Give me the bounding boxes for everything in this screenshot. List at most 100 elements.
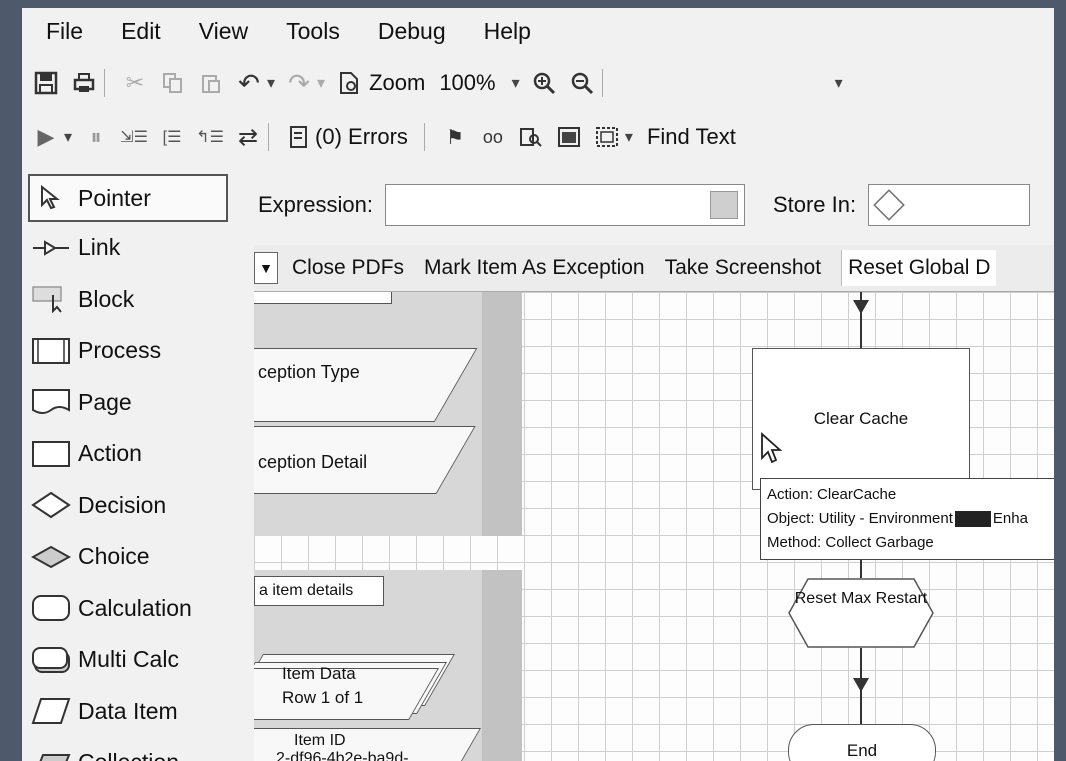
data-item-label: ception Detail <box>258 452 368 472</box>
step-over-icon[interactable]: [☰ <box>158 123 186 151</box>
palette-item-label: Pointer <box>78 184 151 211</box>
tool-palette: Pointer Link Block Process Page Action Decisio… <box>22 168 244 761</box>
palette-item-collection[interactable]: Collection <box>30 741 230 761</box>
tabs-dropdown-icon[interactable]: ▼ <box>254 252 278 284</box>
link-icon <box>30 234 72 262</box>
mouse-cursor-icon <box>761 432 782 464</box>
data-item-icon <box>30 697 72 725</box>
palette-item-process[interactable]: Process <box>30 329 230 373</box>
menu-file[interactable]: File <box>46 18 83 45</box>
print-icon[interactable] <box>70 69 98 97</box>
palette-item-block[interactable]: Block <box>30 277 230 321</box>
step-out-icon[interactable]: ↰☰ <box>196 123 224 151</box>
tooltip-object-suffix: Enha <box>992 510 1028 527</box>
menu-view[interactable]: View <box>199 18 248 45</box>
menu-bar: File Edit View Tools Debug Help <box>22 8 1054 54</box>
tab-close-pdfs[interactable]: Close PDFs <box>292 256 404 280</box>
calculator-icon[interactable] <box>709 191 738 219</box>
palette-item-calculation[interactable]: Calculation <box>30 586 230 630</box>
copy-icon[interactable] <box>159 69 187 97</box>
menu-debug[interactable]: Debug <box>378 18 446 45</box>
data-item-label: Item ID <box>294 732 346 749</box>
page-tabs: ▼ Close PDFs Mark Item As Exception Take… <box>254 245 1054 292</box>
page-icon <box>30 388 72 416</box>
palette-item-label: Collection <box>78 749 179 761</box>
selection-dropdown-icon[interactable]: ▾ <box>625 127 633 147</box>
palette-item-label: Data Item <box>78 697 178 724</box>
run-dropdown-icon[interactable]: ▾ <box>64 127 72 147</box>
toolbar-separator <box>601 69 603 97</box>
block-region-edge <box>482 570 522 761</box>
toolbar-overflow-icon[interactable]: ▾ <box>835 73 843 93</box>
palette-item-multi-calc[interactable]: Multi Calc <box>30 638 230 682</box>
palette-item-label: Decision <box>78 491 167 518</box>
store-in-label: Store In: <box>772 192 857 217</box>
find-icon[interactable] <box>517 123 545 151</box>
zoom-in-icon[interactable] <box>530 69 558 97</box>
action-clear-cache[interactable]: Clear Cache <box>752 348 970 490</box>
redo-icon[interactable]: ↷ <box>285 68 313 98</box>
tab-mark-item-as-exception[interactable]: Mark Item As Exception <box>424 256 645 280</box>
toolbar-separator <box>104 69 105 97</box>
block-label-item-details[interactable]: a item details <box>254 576 384 606</box>
save-icon[interactable] <box>32 69 60 97</box>
data-item-label: ception Type <box>258 362 360 382</box>
undo-icon[interactable]: ↶ <box>235 68 263 98</box>
block-region-edge <box>482 292 522 536</box>
tab-take-screenshot[interactable]: Take Screenshot <box>665 256 821 280</box>
tab-reset-global[interactable]: Reset Global D <box>841 250 997 286</box>
run-icon[interactable]: ▶ <box>32 123 60 151</box>
store-in-input[interactable] <box>868 184 1031 226</box>
action-icon <box>30 440 72 468</box>
errors-icon[interactable] <box>285 123 313 151</box>
flag-icon[interactable]: ⚑ <box>441 123 469 151</box>
zoom-dropdown-icon[interactable]: ▾ <box>512 73 520 93</box>
palette-item-choice[interactable]: Choice <box>30 535 230 579</box>
tooltip-object-text: Object: Utility - Environment <box>767 510 953 527</box>
menu-edit[interactable]: Edit <box>121 18 161 45</box>
errors-label[interactable]: (0) Errors <box>315 124 408 150</box>
zoom-value[interactable]: 100% <box>439 70 495 96</box>
collection-icon <box>30 749 72 761</box>
find-text-button[interactable]: Find Text <box>647 124 736 150</box>
palette-item-action[interactable]: Action <box>30 432 230 476</box>
choice-icon <box>30 543 72 571</box>
zoom-fit-icon[interactable] <box>335 69 363 97</box>
palette-item-page[interactable]: Page <box>30 380 230 424</box>
collection-label: Item Data <box>282 664 356 683</box>
block-icon <box>30 285 72 313</box>
tooltip-action: Action: ClearCache <box>767 486 897 503</box>
undo-dropdown-icon[interactable]: ▾ <box>267 73 275 93</box>
zoom-out-icon[interactable] <box>568 69 596 97</box>
redo-dropdown-icon[interactable]: ▾ <box>317 73 325 93</box>
app-window: File Edit View Tools Debug Help ✂ ↶ ▾ ↷ … <box>22 8 1054 761</box>
end-stage[interactable]: End <box>788 724 936 761</box>
palette-item-label: Action <box>78 440 142 466</box>
calculation-icon <box>30 594 72 622</box>
step-icon[interactable]: ⇲☰ <box>120 123 148 151</box>
palette-item-data-item[interactable]: Data Item <box>30 689 230 733</box>
palette-item-decision[interactable]: Decision <box>30 483 230 527</box>
standard-toolbar: ✂ ↶ ▾ ↷ ▾ Zoom 100% ▾ ▾ <box>22 60 1054 106</box>
palette-item-link[interactable]: Link <box>30 226 230 270</box>
menu-help[interactable]: Help <box>484 18 531 45</box>
collection-row-label: Row 1 of 1 <box>282 688 364 707</box>
palette-item-label: Multi Calc <box>78 646 179 672</box>
zoom-label: Zoom <box>369 70 426 95</box>
block-item[interactable] <box>254 292 392 304</box>
tooltip-method: Method: Collect Garbage <box>767 534 934 551</box>
pause-icon[interactable]: ⏸ <box>82 123 110 151</box>
paste-icon[interactable] <box>197 69 225 97</box>
palette-item-label: Block <box>78 285 135 312</box>
palette-item-label: Link <box>78 234 121 260</box>
process-canvas[interactable]: ception Type ception Detail a item detai… <box>254 292 1054 761</box>
menu-tools[interactable]: Tools <box>286 18 340 45</box>
reset-icon[interactable]: ⇄ <box>234 123 262 151</box>
expression-input[interactable] <box>384 184 745 226</box>
window-icon[interactable] <box>555 123 583 151</box>
palette-item-pointer[interactable]: Pointer <box>28 174 228 222</box>
expression-bar: Expression: Store In: <box>252 180 1054 230</box>
cut-icon[interactable]: ✂ <box>121 69 149 97</box>
watch-icon[interactable]: oo <box>479 123 507 151</box>
selection-icon[interactable] <box>593 123 621 151</box>
